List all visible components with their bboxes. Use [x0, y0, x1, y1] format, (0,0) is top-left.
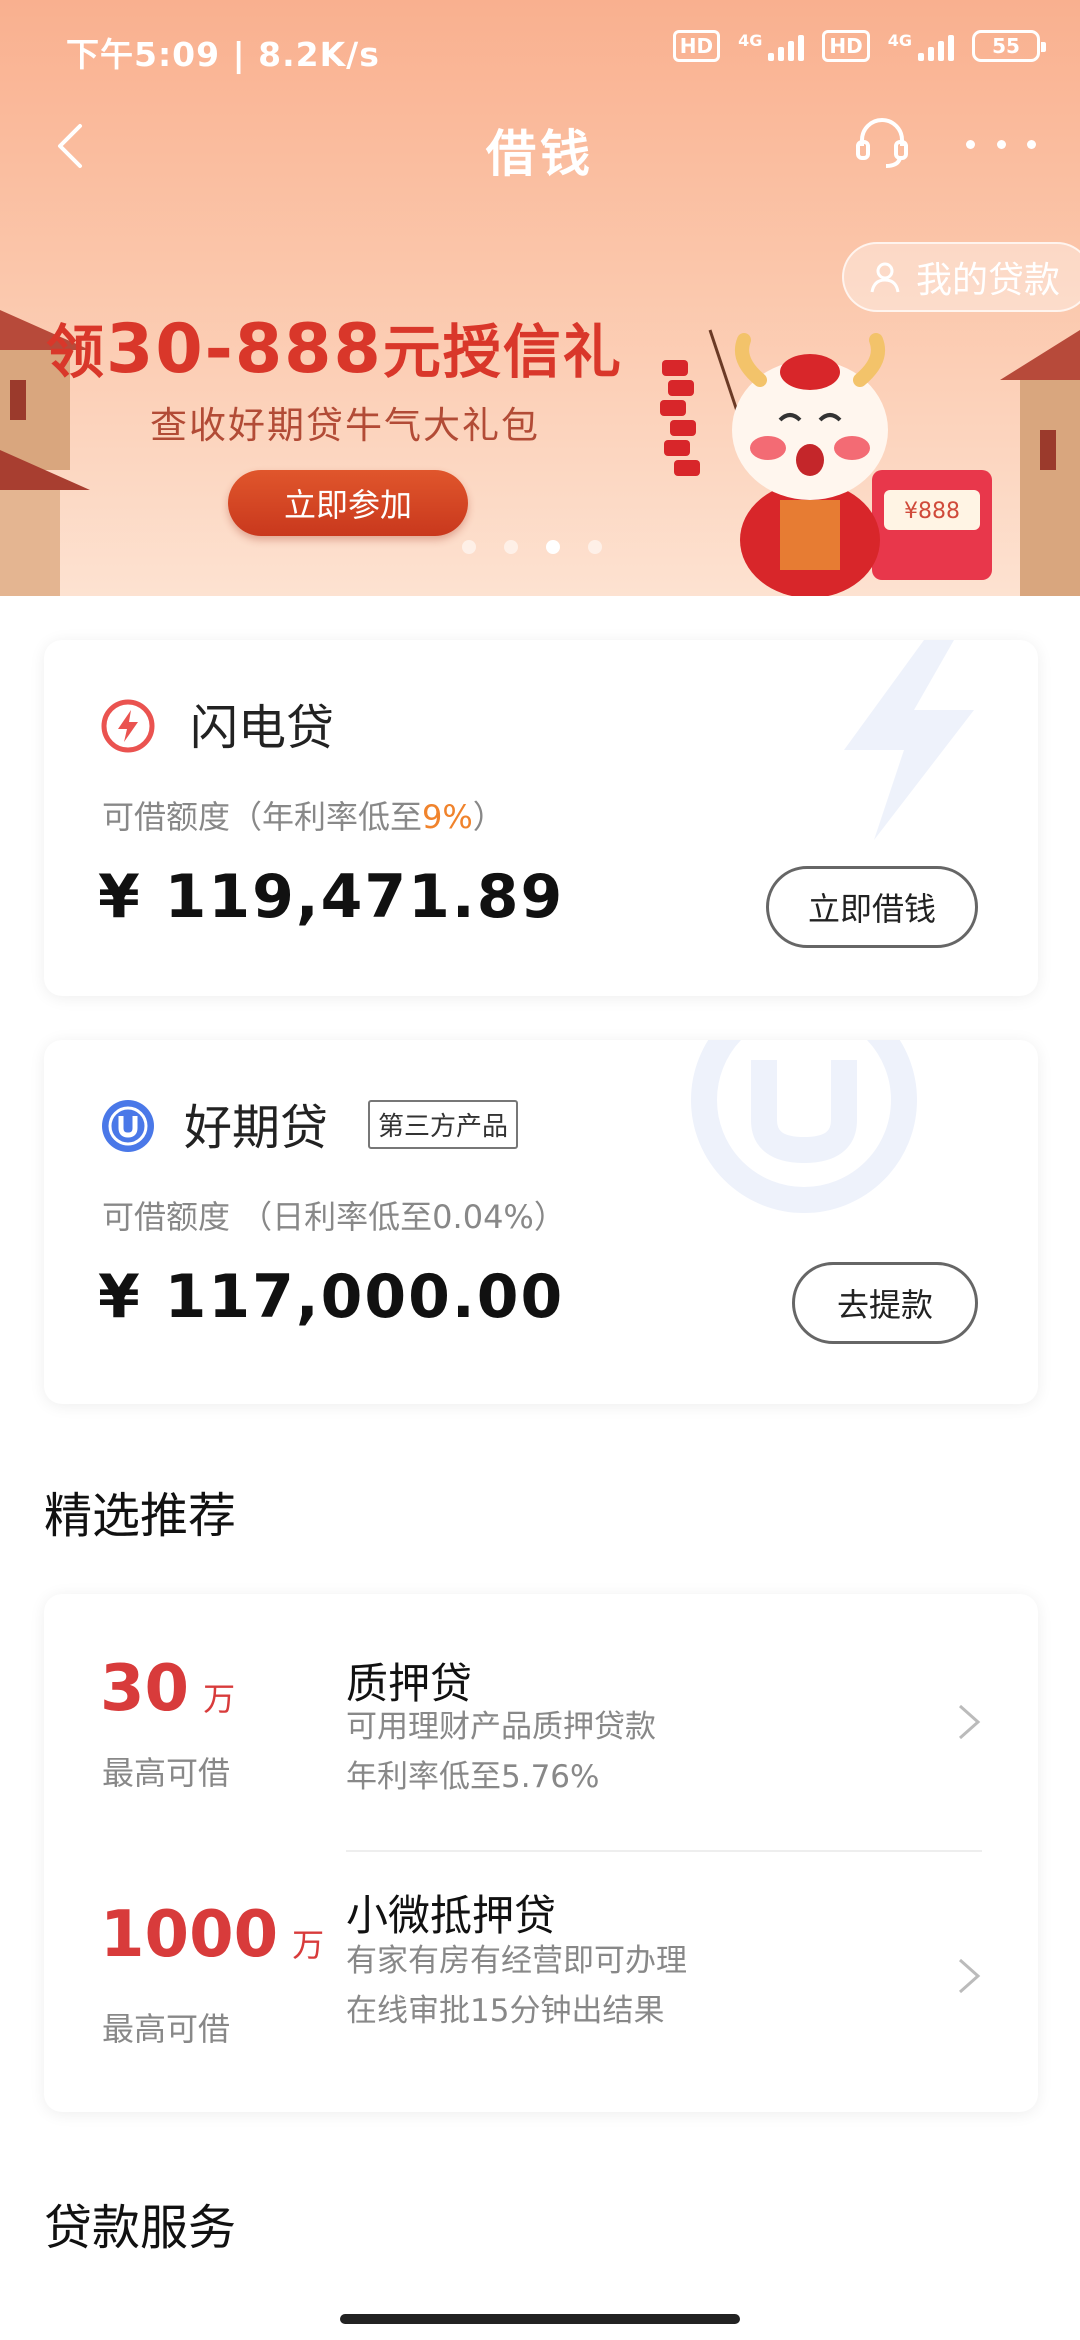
recommend-item-pledge-loan[interactable]: 30 万 最高可借 质押贷 可用理财产品质押贷款 年利率低至5.76% [44, 1594, 1038, 1852]
signal-icon: 4G [738, 31, 805, 61]
status-bar: 下午5:09 | 8.2K/s HD 4G HD 4G 55 [0, 0, 1080, 96]
section-title-recommend: 精选推荐 [44, 1488, 237, 1544]
banner-header: 下午5:09 | 8.2K/s HD 4G HD 4G 55 借钱 我的贷款 领… [0, 0, 1080, 596]
my-loans-label: 我的贷款 [916, 260, 1061, 301]
flash-loan-card[interactable]: 闪电贷 可借额度（年利率低至9%） ¥ 119,471.89 立即借钱 [44, 640, 1038, 996]
product-desc: 有家有房有经营即可办理 在线审批15分钟出结果 [346, 1943, 687, 2029]
customer-service-button[interactable] [850, 110, 914, 174]
envelope-amount: ¥888 [904, 499, 960, 524]
loan-rate: 9% [422, 798, 473, 836]
product-name: 小微抵押贷 [346, 1891, 557, 1940]
loan-limit-label: 可借额度（年利率低至9%） [102, 798, 505, 836]
max-amount: 30 万 [100, 1652, 236, 1726]
home-indicator[interactable] [340, 2314, 740, 2324]
hd-badge: HD [672, 30, 721, 62]
page-title: 借钱 [486, 125, 594, 183]
recommend-list: 30 万 最高可借 质押贷 可用理财产品质押贷款 年利率低至5.76% 1000 万… [44, 1594, 1038, 2112]
carousel-dot [504, 540, 518, 554]
signal-icon-2: 4G [888, 31, 954, 61]
my-loans-button[interactable]: 我的贷款 [842, 242, 1080, 312]
carousel-dot [588, 540, 602, 554]
more-dots-icon [966, 139, 975, 149]
headset-icon [856, 118, 908, 168]
loan-name: 闪电贷 [190, 700, 335, 756]
status-icons: HD 4G HD 4G 55 [672, 30, 1046, 62]
third-party-badge: 第三方产品 [368, 1100, 519, 1149]
max-amount: 1000 万 [100, 1898, 325, 1972]
section-title-loan-service: 贷款服务 [44, 2200, 237, 2256]
loan-amount: ¥ 117,000.00 [98, 1262, 565, 1332]
user-icon [870, 262, 900, 293]
withdraw-button[interactable]: 去提款 [792, 1262, 978, 1344]
lightning-watermark-icon [844, 640, 974, 840]
product-desc: 可用理财产品质押贷款 年利率低至5.76% [346, 1709, 656, 1795]
loan-name: 好期贷 [184, 1100, 329, 1156]
lightning-icon [101, 699, 155, 753]
banner-headline: 领30-888元授信礼 [46, 310, 623, 389]
chevron-right-icon [959, 1704, 981, 1740]
banner-subtitle: 查收好期贷牛气大礼包 [150, 404, 540, 447]
status-time-speed: 下午5:09 | 8.2K/s [66, 35, 380, 74]
join-now-button[interactable]: 立即参加 [228, 470, 468, 536]
u-logo-watermark-icon [691, 1040, 917, 1213]
battery-icon: 55 [972, 30, 1046, 62]
nav-bar: 借钱 [0, 96, 1080, 196]
carousel-indicator [462, 540, 602, 554]
loan-limit-label: 可借额度 （日利率低至0.04%） [102, 1198, 566, 1236]
borrow-now-button[interactable]: 立即借钱 [766, 866, 978, 948]
max-amount-label: 最高可借 [102, 2010, 231, 2048]
haoqi-loan-card[interactable]: 好期贷 第三方产品 可借额度 （日利率低至0.04%） ¥ 117,000.00… [44, 1040, 1038, 1404]
chevron-right-icon [959, 1958, 981, 1994]
hd-badge-2: HD [822, 30, 870, 62]
carousel-dot [462, 540, 476, 554]
recommend-item-mortgage-loan[interactable]: 1000 万 最高可借 小微抵押贷 有家有房有经营即可办理 在线审批15分钟出结果 [44, 1852, 1038, 2110]
carousel-dot-active [546, 540, 560, 554]
ox-mascot-illustration: ¥888 [660, 329, 992, 596]
max-amount-label: 最高可借 [102, 1754, 231, 1792]
more-button[interactable] [966, 114, 1036, 174]
u-logo-icon [102, 1100, 154, 1152]
loan-amount: ¥ 119,471.89 [98, 862, 565, 932]
